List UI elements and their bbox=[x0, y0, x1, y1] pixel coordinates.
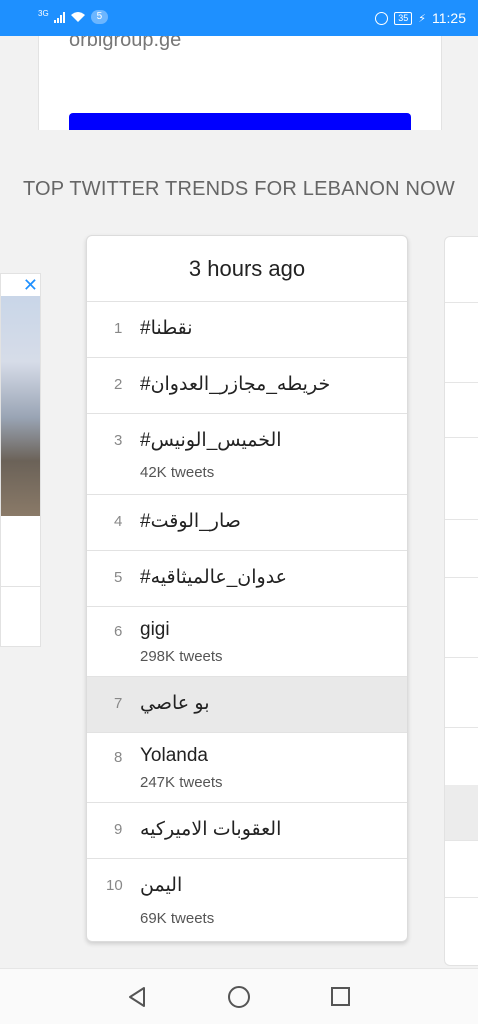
status-bar: 3G 5 35 ⚡ 11:25 bbox=[0, 0, 478, 36]
trend-rank: 1 bbox=[114, 320, 123, 337]
divider bbox=[445, 897, 478, 898]
close-icon[interactable]: ✕ bbox=[23, 276, 38, 294]
ad-card[interactable]: orbigroup.ge bbox=[38, 36, 442, 130]
tweet-count: 247K tweets bbox=[140, 774, 223, 791]
wifi-icon bbox=[70, 12, 85, 22]
trend-rank: 3 bbox=[114, 432, 123, 449]
side-ad-image bbox=[1, 296, 40, 516]
ad-url[interactable]: orbigroup.ge bbox=[69, 36, 181, 52]
status-left: 3G 5 bbox=[38, 8, 109, 24]
card-header: 3 hours ago bbox=[87, 236, 407, 302]
trend-rank: 4 bbox=[114, 513, 123, 530]
divider bbox=[445, 519, 478, 520]
back-icon[interactable] bbox=[127, 986, 147, 1008]
signal-icon bbox=[53, 11, 65, 23]
divider bbox=[445, 727, 478, 728]
divider bbox=[1, 586, 40, 587]
trend-rank: 2 bbox=[114, 376, 123, 393]
alarm-icon bbox=[375, 11, 389, 25]
divider bbox=[445, 437, 478, 438]
trend-row[interactable]: 5 #عدوان_عالميثاقيه bbox=[87, 551, 407, 607]
charging-icon: ⚡ bbox=[418, 12, 426, 25]
trend-row[interactable]: 2 #خريطه_مجازر_العدوان bbox=[87, 358, 407, 414]
next-trends-card[interactable] bbox=[444, 236, 478, 966]
ad-banner: orbigroup.ge bbox=[0, 36, 478, 130]
side-ad-card[interactable]: ✕ bbox=[0, 273, 41, 647]
divider bbox=[445, 302, 478, 303]
recents-icon[interactable] bbox=[331, 987, 350, 1006]
trend-rank: 10 bbox=[106, 877, 123, 894]
notification-badge: 5 bbox=[90, 10, 109, 24]
trend-row[interactable]: 4 #صار_الوقت bbox=[87, 495, 407, 551]
trend-row[interactable]: 8 Yolanda 247K tweets bbox=[87, 733, 407, 803]
trend-rank: 6 bbox=[114, 623, 123, 640]
trend-row[interactable]: 3 #الخميس_الونيس 42K tweets bbox=[87, 414, 407, 495]
trend-name[interactable]: Yolanda bbox=[140, 745, 208, 767]
trend-name[interactable]: بو عاصي bbox=[140, 692, 209, 715]
trend-row-selected[interactable]: 7 بو عاصي bbox=[87, 677, 407, 733]
trend-row[interactable]: 10 اليمن 69K tweets bbox=[87, 859, 407, 941]
trends-card: 3 hours ago 1 #نقطنا 2 #خريطه_مجازر_العد… bbox=[86, 235, 408, 942]
trend-name[interactable]: اليمن bbox=[140, 874, 182, 897]
trend-name[interactable]: #خريطه_مجازر_العدوان bbox=[140, 373, 330, 396]
trend-name[interactable]: العقوبات الاميركيه bbox=[140, 818, 281, 841]
trend-name[interactable]: #الخميس_الونيس bbox=[140, 429, 282, 452]
highlight-row bbox=[445, 785, 478, 840]
divider bbox=[445, 382, 478, 383]
section-title: TOP TWITTER TRENDS FOR LEBANON NOW bbox=[22, 178, 456, 200]
divider bbox=[445, 840, 478, 841]
divider bbox=[445, 657, 478, 658]
trend-name[interactable]: #عدوان_عالميثاقيه bbox=[140, 566, 287, 589]
trend-rank: 5 bbox=[114, 569, 123, 586]
navigation-bar bbox=[0, 968, 478, 1024]
ad-cta-button[interactable] bbox=[69, 113, 411, 130]
status-right: 35 ⚡ 11:25 bbox=[375, 10, 466, 26]
trend-row[interactable]: 9 العقوبات الاميركيه bbox=[87, 803, 407, 859]
tweet-count: 42K tweets bbox=[140, 464, 215, 481]
clock: 11:25 bbox=[432, 10, 466, 26]
trend-name[interactable]: #نقطنا bbox=[140, 317, 193, 340]
tweet-count: 69K tweets bbox=[140, 910, 215, 927]
battery-icon: 35 bbox=[394, 11, 413, 25]
trend-row[interactable]: 1 #نقطنا bbox=[87, 302, 407, 358]
trend-rank: 9 bbox=[114, 821, 123, 838]
trend-name[interactable]: #صار_الوقت bbox=[140, 510, 241, 533]
trend-rank: 8 bbox=[114, 749, 123, 766]
trend-rank: 7 bbox=[114, 695, 123, 712]
trend-name[interactable]: gigi bbox=[140, 619, 170, 641]
home-icon[interactable] bbox=[228, 986, 250, 1008]
trend-row[interactable]: 6 gigi 298K tweets bbox=[87, 607, 407, 677]
network-type: 3G bbox=[38, 8, 49, 18]
divider bbox=[445, 577, 478, 578]
tweet-count: 298K tweets bbox=[140, 648, 223, 665]
